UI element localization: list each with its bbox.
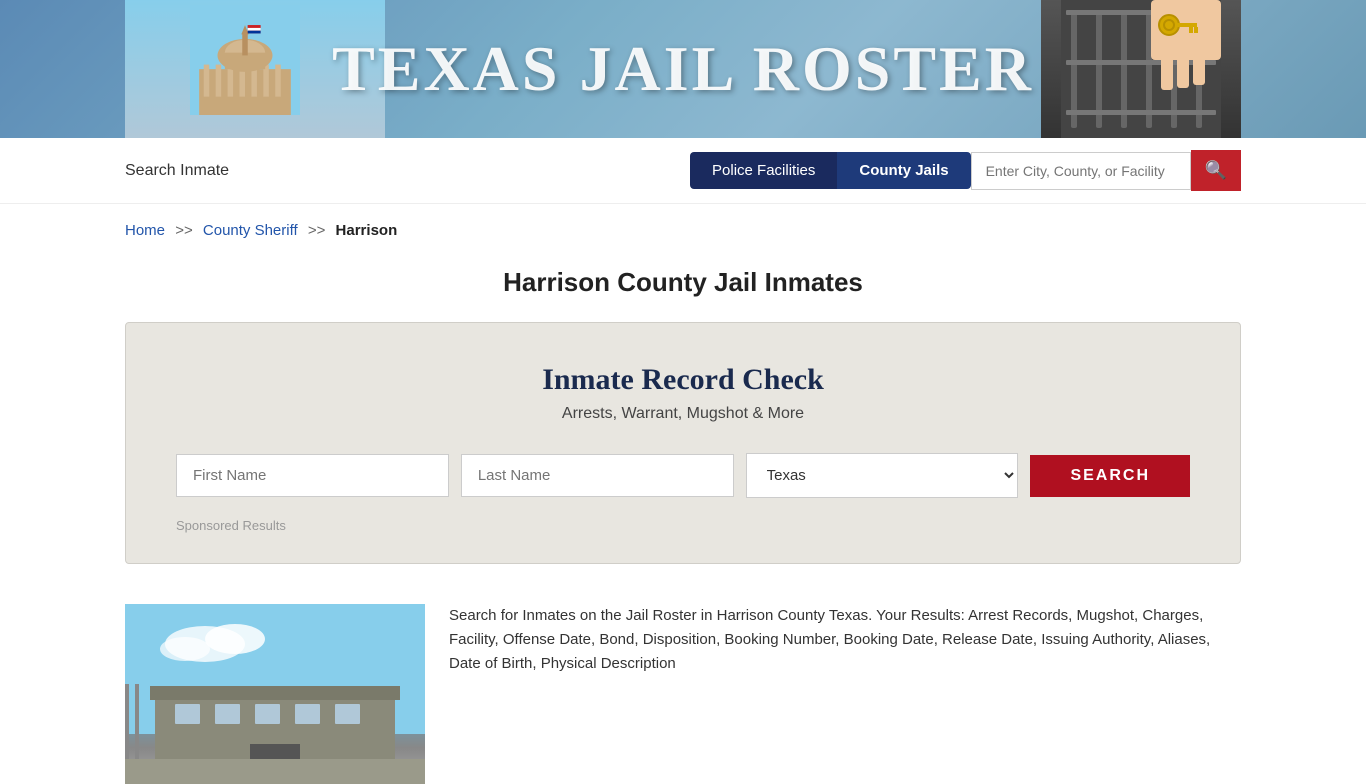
capitol-dome-icon <box>185 5 305 115</box>
breadcrumb-separator-1: >> <box>175 222 193 239</box>
facility-search-button[interactable]: 🔍 <box>1191 150 1241 191</box>
breadcrumb-home[interactable]: Home <box>125 222 165 239</box>
page-title: Harrison County Jail Inmates <box>0 267 1366 298</box>
search-record-button[interactable]: SEARCH <box>1030 455 1190 497</box>
facility-image-svg <box>125 604 425 784</box>
county-jails-button[interactable]: County Jails <box>837 152 970 189</box>
nav-search-label: Search Inmate <box>125 162 670 180</box>
facility-image <box>125 604 425 784</box>
record-check-container: Inmate Record Check Arrests, Warrant, Mu… <box>125 322 1241 564</box>
nav-bar: Search Inmate Police Facilities County J… <box>0 138 1366 204</box>
breadcrumb-separator-2: >> <box>308 222 326 239</box>
site-title: Texas Jail Roster <box>332 32 1034 106</box>
search-icon: 🔍 <box>1205 160 1227 181</box>
breadcrumb-county-sheriff[interactable]: County Sheriff <box>203 222 298 239</box>
bottom-description: Search for Inmates on the Jail Roster in… <box>425 604 1241 784</box>
last-name-input[interactable] <box>461 454 734 497</box>
breadcrumb-current: Harrison <box>336 222 398 239</box>
nav-facility-buttons: Police Facilities County Jails 🔍 <box>690 150 1241 191</box>
first-name-input[interactable] <box>176 454 449 497</box>
breadcrumb: Home >> County Sheriff >> Harrison <box>0 204 1366 249</box>
keys-icon <box>1061 0 1221 138</box>
record-check-title: Inmate Record Check <box>176 363 1190 397</box>
record-check-form: AlabamaAlaskaArizonaArkansasCaliforniaCo… <box>176 453 1190 498</box>
sponsored-results-label: Sponsored Results <box>176 518 1190 533</box>
page-title-section: Harrison County Jail Inmates <box>0 249 1366 322</box>
bottom-section: Search for Inmates on the Jail Roster in… <box>125 594 1241 784</box>
police-facilities-button[interactable]: Police Facilities <box>690 152 837 189</box>
header-banner: Texas Jail Roster <box>0 0 1366 138</box>
record-check-subtitle: Arrests, Warrant, Mugshot & More <box>176 405 1190 423</box>
facility-search-input[interactable] <box>971 152 1191 190</box>
keys-background <box>1041 0 1241 138</box>
state-select[interactable]: AlabamaAlaskaArizonaArkansasCaliforniaCo… <box>746 453 1019 498</box>
